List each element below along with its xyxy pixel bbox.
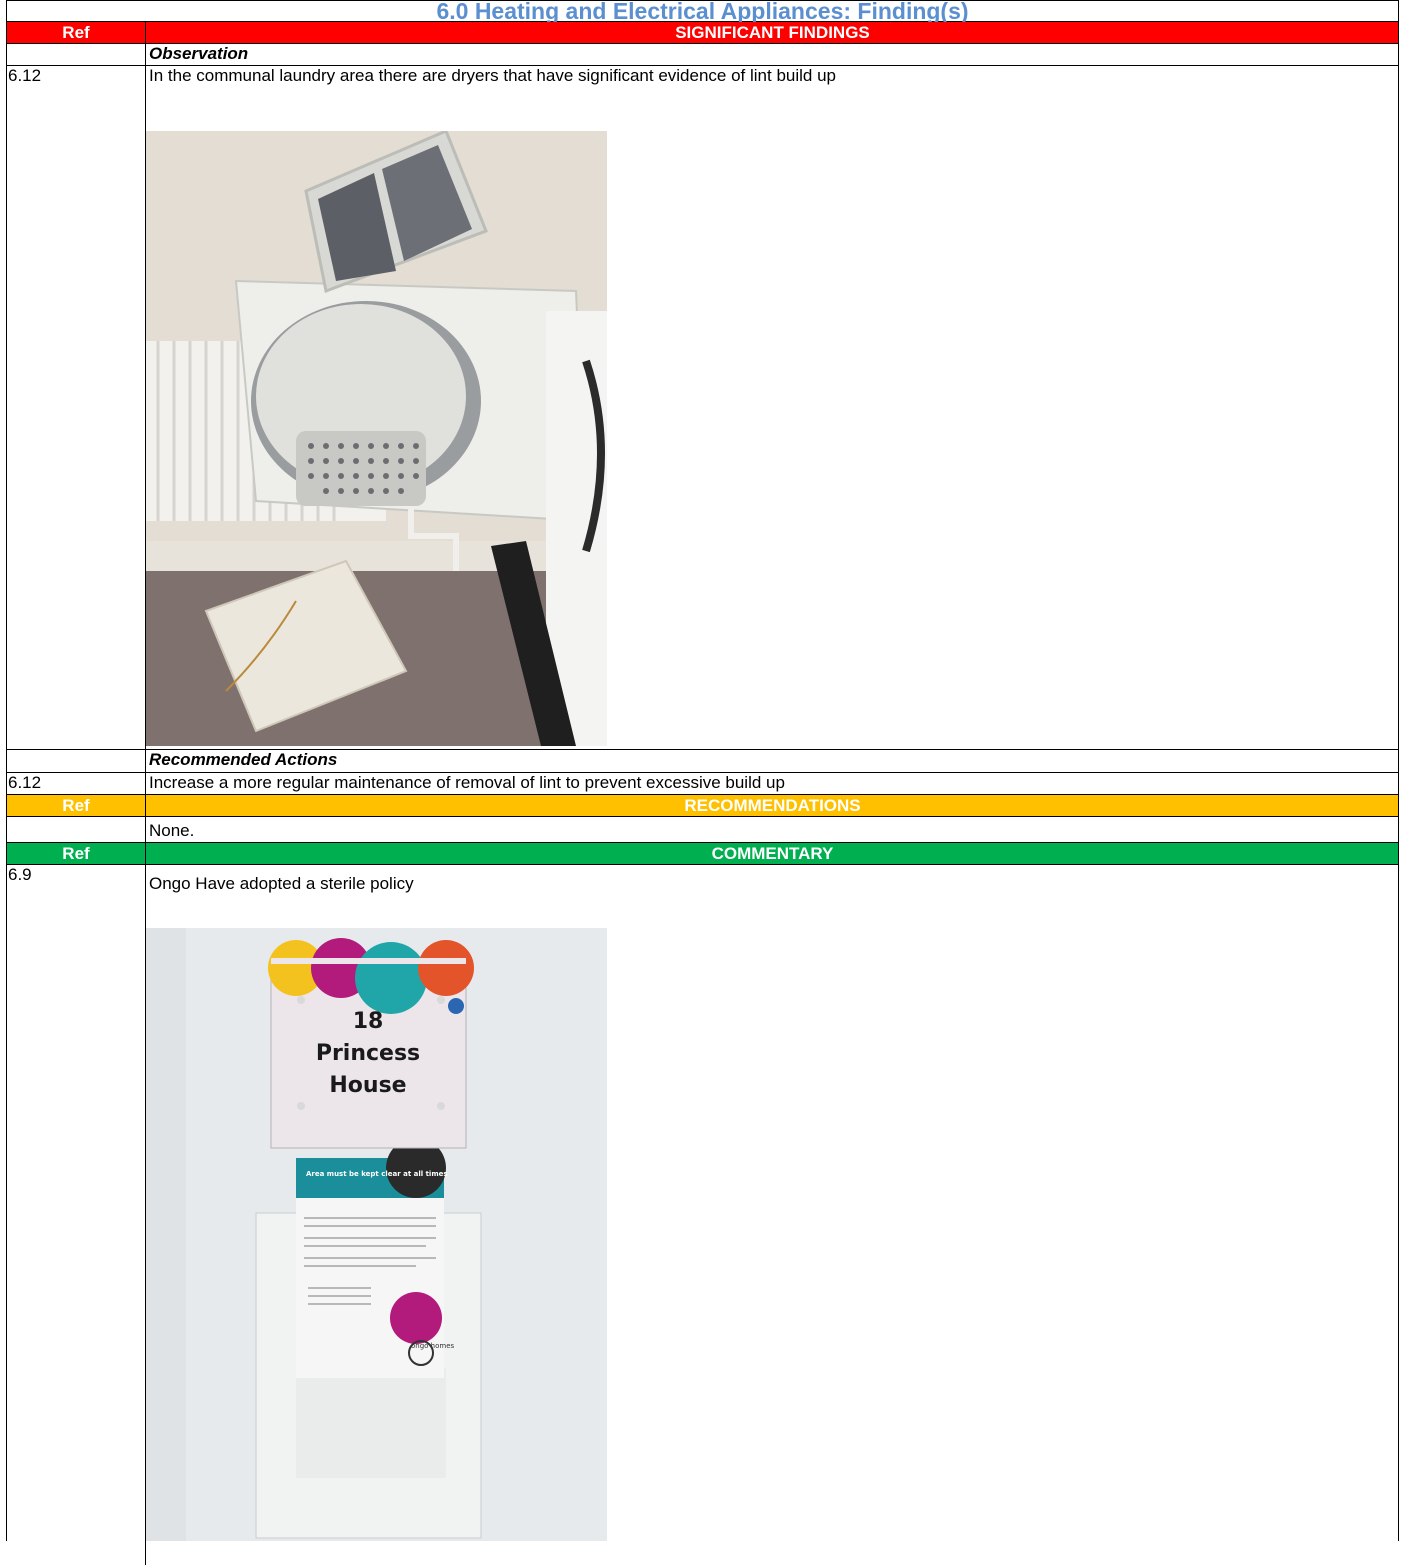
page-title-row: 6.0 Heating and Electrical Appliances: F… <box>7 0 1398 24</box>
commentary-ref: 6.9 <box>7 865 146 1565</box>
section-heading: RECOMMENDATIONS <box>684 796 861 815</box>
observation-ref: 6.12 <box>7 66 146 749</box>
section-heading: SIGNIFICANT FINDINGS <box>675 23 870 42</box>
ref-header: Ref <box>7 22 146 43</box>
poster-logo: ongo homes <box>411 1342 455 1350</box>
dryer-lint-photo <box>146 131 607 746</box>
poster-heading: Area must be kept clear at all times <box>306 1170 448 1178</box>
recommended-actions-row: 6.12 Increase a more regular maintenance… <box>7 773 1398 795</box>
recommendations-header: Ref RECOMMENDATIONS <box>7 795 1398 817</box>
observation-label: Observation <box>149 44 249 63</box>
ref-header: Ref <box>7 843 146 864</box>
sign-line-2: Princess <box>316 1041 420 1066</box>
recommended-actions-label: Recommended Actions <box>149 750 338 769</box>
dryer-lint-illustration <box>146 131 607 746</box>
recommended-actions-label-row: Recommended Actions <box>7 750 1398 773</box>
page-title: 6.0 Heating and Electrical Appliances: F… <box>436 0 969 24</box>
door-sign-illustration: 18 Princess House Area must be kept clea… <box>146 928 607 1541</box>
princess-house-photo: 18 Princess House Area must be kept clea… <box>146 928 607 1541</box>
observation-label-row: Observation <box>7 44 1398 66</box>
commentary-header: Ref COMMENTARY <box>7 843 1398 865</box>
recommendations-text: None. <box>149 821 195 840</box>
recommendations-row: None. <box>7 817 1398 843</box>
sign-number: 18 <box>353 1009 384 1034</box>
ref-header: Ref <box>7 795 146 816</box>
sign-line-3: House <box>329 1073 406 1098</box>
significant-findings-header: Ref SIGNIFICANT FINDINGS <box>7 22 1398 44</box>
recommended-actions-text: Increase a more regular maintenance of r… <box>149 773 785 792</box>
section-heading: COMMENTARY <box>711 844 834 863</box>
recommended-actions-ref: 6.12 <box>7 773 146 794</box>
